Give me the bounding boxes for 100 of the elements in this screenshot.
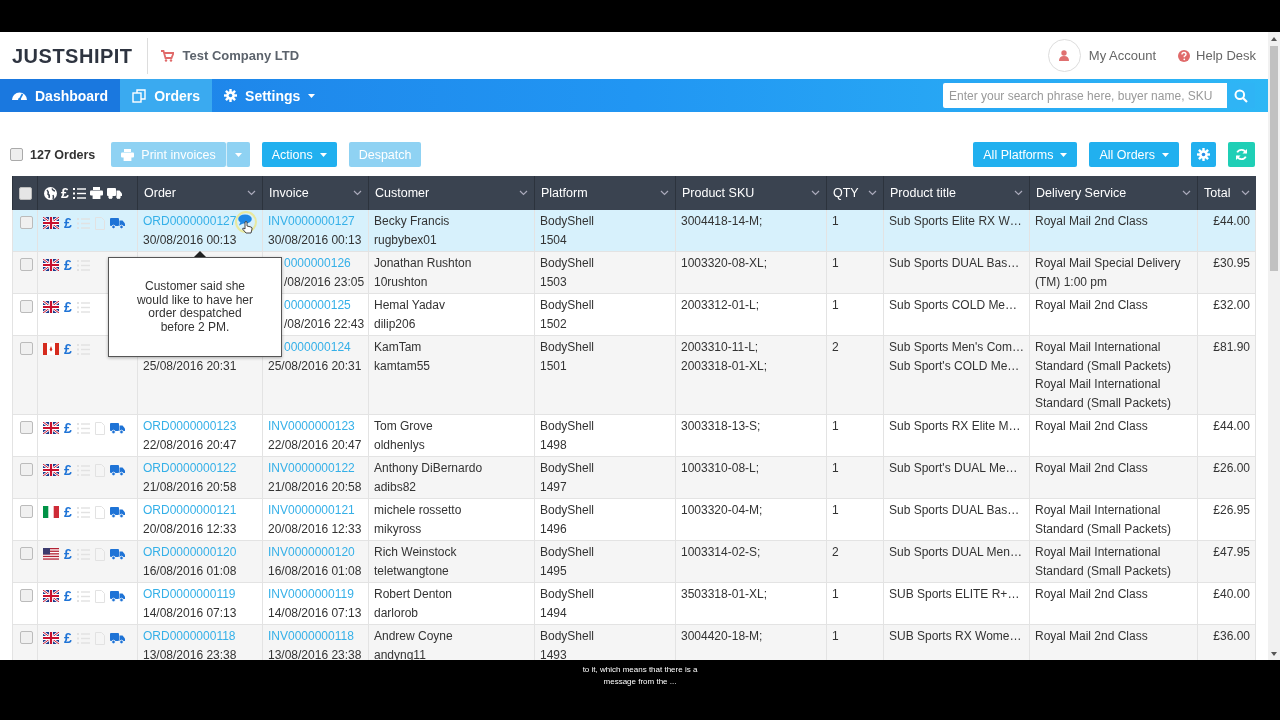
document-icon [94,589,105,603]
list-icon [76,589,90,603]
caret-icon [1162,152,1169,157]
platform-name: BodyShell [540,502,596,519]
quantity: 1 [832,213,840,230]
truck-icon [109,217,125,229]
delivery-service: Royal Mail 2nd Class [1035,418,1149,435]
scroll-up-icon[interactable] [1270,35,1278,43]
delivery-service: Royal Mail 2nd Class [1035,628,1149,645]
help-link[interactable]: Help Desk [1196,48,1256,63]
chevron-icon [811,190,820,196]
customer-name: Rich Weinstock [374,544,458,561]
table-row[interactable]: £ ORD0000000123 22/08/2016 20:47 INV0000000123 22/08/2016 20:47 Tom Grove oldhenlys BodyShell 1498 3003318-13-S; 1 Sub Sports RX Elite M… Royal Mail 2nd Class £44.00 [12,414,1256,457]
refresh-button[interactable] [1228,142,1255,167]
currency-symbol: £ [64,628,72,648]
select-all-checkbox[interactable] [19,186,32,200]
currency-symbol: £ [64,213,72,233]
table-row[interactable]: £ ORD0000000122 21/08/2016 20:58 INV0000000122 21/08/2016 20:58 Anthony DiBernardo adibs82 BodyShell 1497 1003310-08-L; 1 Sub Sport's DUAL Me… Royal Mail 2nd Class £26.00 [12,456,1256,499]
flag-icon [43,422,59,434]
table-row[interactable] [12,335,1256,415]
table-row[interactable]: £ ORD0000000121 20/08/2016 12:33 INV0000000121 20/08/2016 12:33 michele rossetto mikyross BodyShell 1496 1003320-04-M; 1 Sub Sports DUAL Bas… Royal Mail International Standard (Small Packets) £26.95 [12,498,1256,541]
table-row[interactable]: £ ORD0000000119 14/08/2016 07:13 INV0000000119 14/08/2016 07:13 Robert Denton darlorob BodyShell 1494 3503318-01-XL; 1 SUB Sports ELITE R+… Royal Mail 2nd Class £40.00 [12,582,1256,625]
invoice-link[interactable]: INV0000000123 [268,417,363,436]
row-checkbox[interactable] [20,421,33,434]
row-checkbox[interactable] [20,258,33,271]
product-title: SUB Sports RX Wome… [889,628,1022,645]
chevron-icon [868,190,877,196]
document-icon [94,505,105,519]
account-link[interactable]: My Account [1088,48,1157,63]
order-link[interactable]: ORD0000000121 [143,501,257,520]
invoice-link[interactable]: INV0000000122 [268,459,363,478]
invoice-link[interactable]: INV0000000120 [268,543,363,562]
product-title: Sub Sports DUAL Men… [889,544,1022,561]
dropdown-toggle[interactable] [225,142,250,167]
customer-username: adibs82 [374,478,418,496]
table-row[interactable]: £ ORD0000000127 30/08/2016 00:13 INV0000000127 30/08/2016 00:13 Becky Francis rugbybex01 BodyShell 1504 3004418-14-M; 1 Sub Sports Elite RX W… Royal Mail 2nd Class £44.00 [12,210,1256,252]
order-date: 25/08/2016 20:31 [143,357,238,375]
globe-icon [44,186,57,200]
nav-tab[interactable]: Dashboard [0,79,121,112]
order-link[interactable]: ORD0000000119 [143,585,257,604]
row-checkbox[interactable] [20,589,33,602]
order-total: £44.00 [1212,418,1250,435]
invoice-link[interactable]: INV0000000121 [268,501,363,520]
settings-icon [224,89,238,102]
customer-username: oldhenlys [374,436,426,454]
row-checkbox[interactable] [20,342,33,355]
row-checkbox[interactable] [20,631,33,644]
delivery-service: Royal Mail International Standard (Small Packets) [1035,376,1173,412]
table-row[interactable] [12,540,1256,583]
platform-number: 1498 [540,436,568,454]
search-field[interactable]: Enter your search phrase here, buyer name, SKU [943,83,1227,108]
flag-icon [43,259,59,271]
flag-icon [43,632,59,644]
delivery-service: Royal Mail International Standard (Small Packets) [1035,544,1173,580]
invoice-link[interactable]: INV0000000127 [268,212,363,231]
currency-symbol: £ [64,418,72,438]
logo[interactable]: JUSTSHIPIT [12,37,148,74]
delivery-service: Royal Mail 2nd Class [1035,586,1149,603]
flag-icon [43,548,59,560]
product-sku: 1003320-04-M; [681,502,764,519]
order-link[interactable]: ORD0000000122 [143,459,257,478]
product-title: Sub Sports RX Elite M… [889,418,1021,435]
filter-dropdown[interactable]: All Platforms [973,142,1078,167]
order-link[interactable]: ORD0000000123 [143,417,257,436]
chevron-icon [247,190,256,196]
order-link[interactable]: ORD0000000118 [143,627,257,646]
scroll-down-icon[interactable] [1270,650,1278,658]
scrollbar-thumb[interactable] [1270,46,1278,271]
product-title: Sub Sports DUAL Bas… [889,502,1020,519]
platform-number: 1497 [540,478,568,496]
order-link[interactable]: ORD0000000127 [143,212,257,231]
product-title: Sub Sports DUAL Bas… [889,255,1020,272]
customer-name: Robert Denton [374,586,454,603]
nav-tab[interactable]: Orders [120,79,213,112]
select-all-checkbox[interactable] [10,148,23,161]
filter-dropdown[interactable]: All Orders [1089,142,1179,167]
row-checkbox[interactable] [20,505,33,518]
truck-icon [109,506,125,518]
order-date: 20/08/2016 12:33 [143,520,238,538]
customer-username: kamtam55 [374,357,432,375]
platform-name: BodyShell [540,255,596,272]
product-title: Sub Sports Elite RX W… [889,213,1022,230]
product-title: Sub Sports Men's Com… [889,339,1024,356]
row-checkbox[interactable] [20,300,33,313]
order-link[interactable]: ORD0000000120 [143,543,257,562]
row-checkbox[interactable] [20,463,33,476]
cursor-hand-icon [242,221,253,234]
action-button[interactable]: Actions [261,142,337,167]
row-checkbox[interactable] [20,547,33,560]
flag-icon [43,590,59,602]
settings-button[interactable] [1191,142,1216,167]
row-checkbox[interactable] [20,216,33,229]
delivery-service: Royal Mail 2nd Class [1035,297,1149,314]
customer-username: 10rushton [374,273,429,291]
nav-tab[interactable]: Settings [212,79,328,112]
invoice-link[interactable]: INV0000000119 [268,585,363,604]
invoice-link[interactable]: INV0000000118 [268,627,363,646]
flag-icon [43,464,59,476]
currency-symbol: £ [64,544,72,564]
invoice-date: 30/08/2016 00:13 [268,231,363,249]
